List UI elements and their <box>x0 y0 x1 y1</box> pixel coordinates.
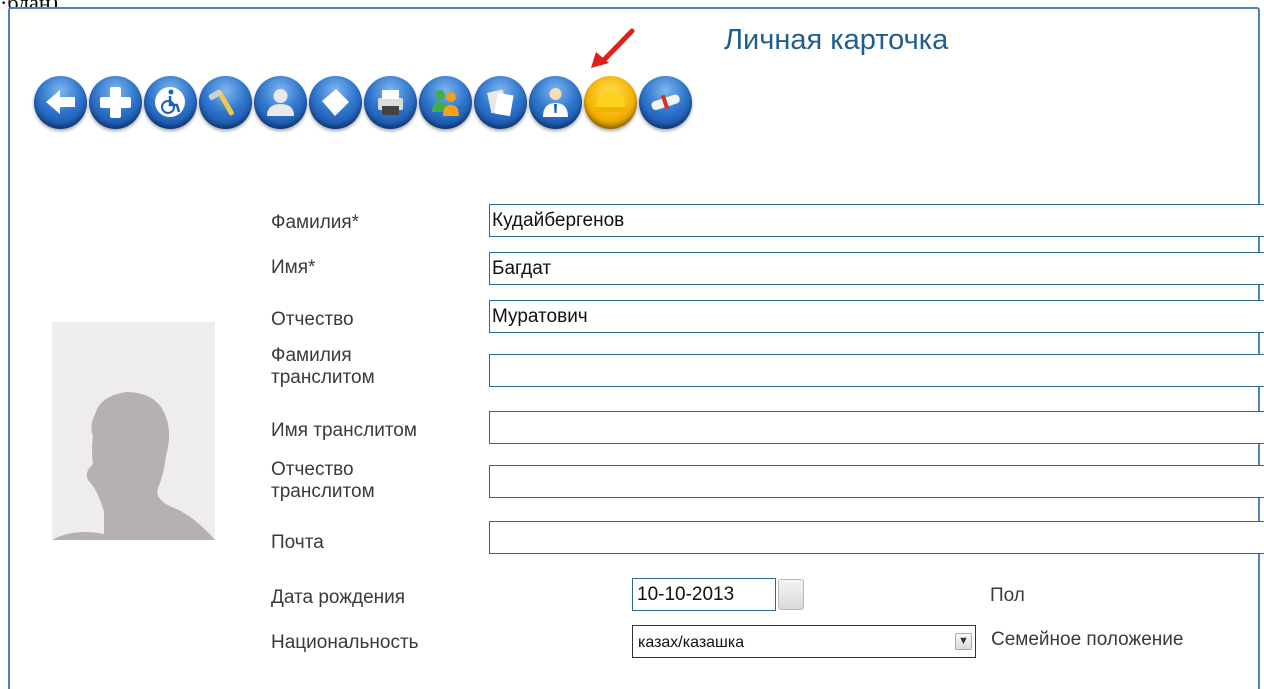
patronymic-field[interactable] <box>489 300 1264 333</box>
birthdate-input[interactable] <box>632 578 776 611</box>
diploma-button[interactable] <box>639 76 692 129</box>
diploma-icon <box>651 94 680 111</box>
employee-button[interactable] <box>529 76 582 129</box>
birthdate-label: Дата рождения <box>271 587 406 608</box>
surname-translit-label: Фамилия транслитом <box>271 345 375 389</box>
add-button[interactable] <box>89 76 142 129</box>
page-title: Личная карточка <box>724 24 949 56</box>
nationality-selected-value: казах/казашка <box>638 634 745 651</box>
gender-label: Пол <box>990 585 1025 606</box>
calendar-button[interactable] <box>778 579 804 610</box>
surname-translit-label-line2: транслитом <box>271 367 375 388</box>
wheelchair-icon <box>155 87 185 117</box>
patronymic-translit-field[interactable] <box>489 465 1264 498</box>
user-button[interactable] <box>254 76 307 129</box>
people-button[interactable] <box>419 76 472 129</box>
tag-button[interactable] <box>309 76 362 129</box>
name-translit-field[interactable] <box>489 411 1264 444</box>
documents-button[interactable] <box>474 76 527 129</box>
back-button[interactable] <box>34 76 87 129</box>
nationality-label: Национальность <box>271 632 419 653</box>
documents-icon <box>487 89 514 117</box>
patronymic-translit-label-line1: Отчество <box>271 459 354 480</box>
disability-button[interactable] <box>144 76 197 129</box>
chevron-down-icon[interactable]: ▼ <box>955 633 972 650</box>
marital-status-label: Семейное положение <box>991 629 1184 650</box>
tools-icon <box>208 89 234 116</box>
printer-icon <box>378 90 403 115</box>
name-translit-label: Имя транслитом <box>271 420 417 441</box>
helmet-icon <box>592 91 629 112</box>
print-button[interactable] <box>364 76 417 129</box>
patronymic-translit-label-line2: транслитом <box>271 481 375 502</box>
avatar <box>52 322 215 540</box>
surname-translit-label-line1: Фамилия <box>271 345 352 366</box>
back-arrow-icon <box>46 90 75 114</box>
patronymic-label: Отчество <box>271 309 354 330</box>
nationality-select[interactable]: казах/казашка ▼ <box>632 625 976 658</box>
email-label: Почта <box>271 532 324 553</box>
user-icon <box>267 89 294 116</box>
surname-translit-field[interactable] <box>489 354 1264 387</box>
avatar-placeholder-icon <box>52 392 215 540</box>
people-icon <box>432 90 459 116</box>
patronymic-translit-label: Отчество транслитом <box>271 459 375 503</box>
plus-icon <box>100 87 131 118</box>
name-label: Имя* <box>271 257 316 278</box>
surname-field[interactable] <box>489 204 1264 237</box>
email-field[interactable] <box>489 521 1264 554</box>
tools-button[interactable] <box>199 76 252 129</box>
annotation-arrow-icon <box>591 28 635 68</box>
name-field[interactable] <box>489 252 1264 285</box>
employee-icon <box>543 88 568 117</box>
tag-icon <box>322 89 349 116</box>
safety-button[interactable] <box>584 76 637 129</box>
surname-label: Фамилия* <box>271 212 360 233</box>
